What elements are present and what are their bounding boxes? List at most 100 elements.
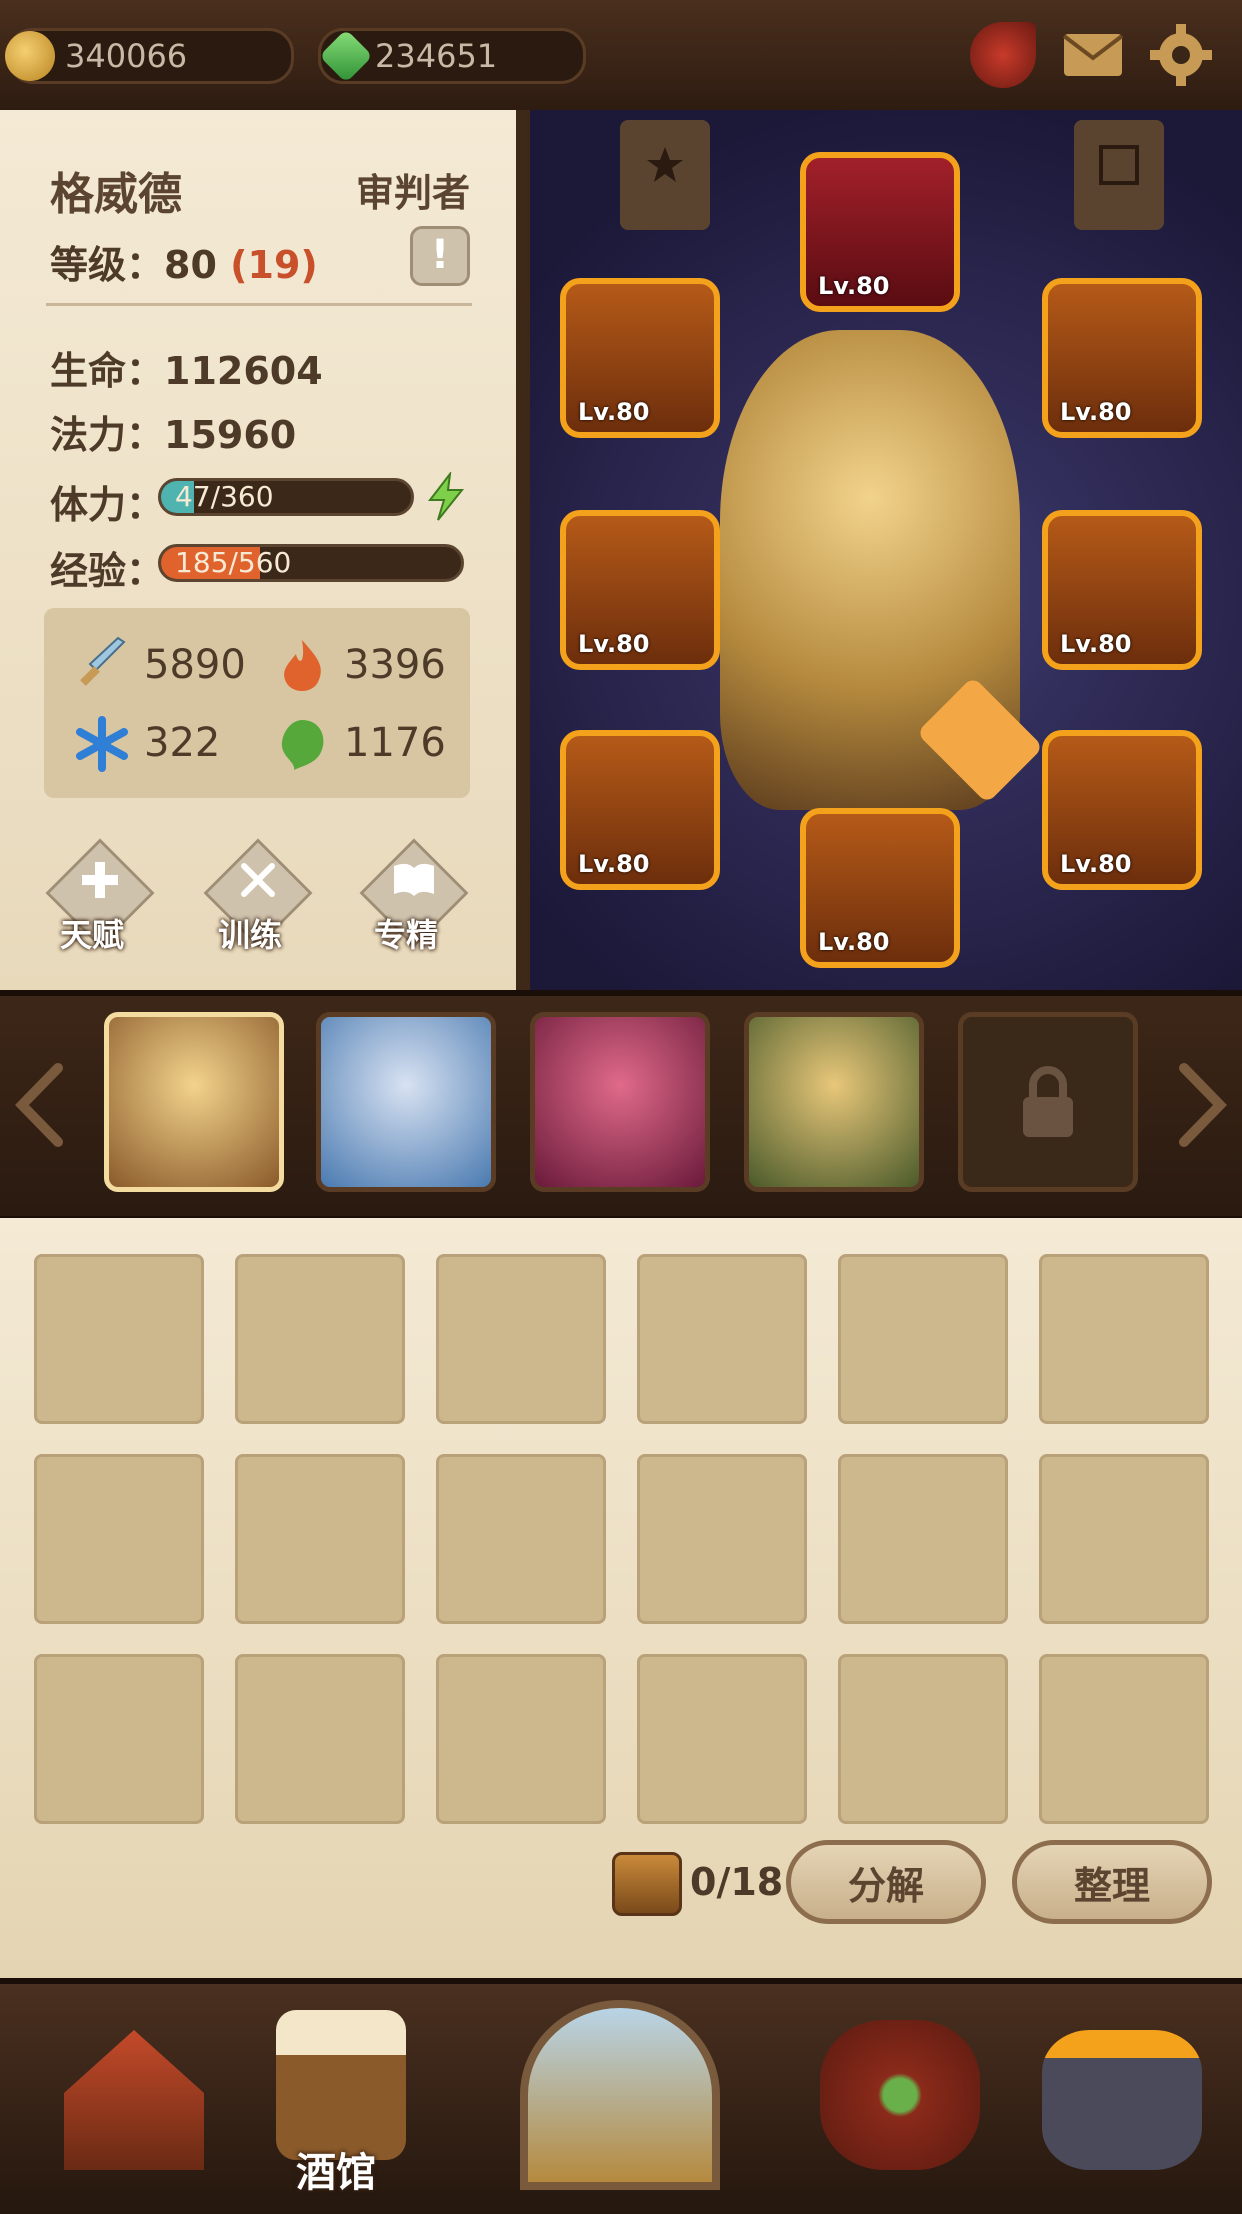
inventory-slot[interactable] <box>838 1454 1008 1624</box>
inventory-slot[interactable] <box>838 1654 1008 1824</box>
hero-card-ice-maiden[interactable] <box>316 1012 496 1192</box>
inventory-slot[interactable] <box>838 1254 1008 1424</box>
slot-level: Lv.80 <box>818 928 890 956</box>
house-icon <box>64 2030 204 2170</box>
gold-amount: 340066 <box>65 37 188 75</box>
inventory-grid <box>34 1254 1210 1834</box>
inventory-slot[interactable] <box>235 1654 405 1824</box>
equip-slot-weapon[interactable]: Lv.80 <box>560 730 720 890</box>
inventory-count: 0/18 <box>690 1860 784 1904</box>
stamina-bar: 47/360 <box>158 478 414 516</box>
slot-level: Lv.80 <box>578 398 650 426</box>
inventory-slot[interactable] <box>34 1654 204 1824</box>
hp-value: 112604 <box>164 349 323 393</box>
mastery-label: 专精 <box>374 916 439 954</box>
talent-button[interactable]: 天赋 <box>40 838 160 958</box>
slot-level: Lv.80 <box>578 630 650 658</box>
ice-value: 322 <box>144 720 221 766</box>
chevron-left-icon[interactable] <box>10 1060 70 1150</box>
inventory-slot[interactable] <box>235 1454 405 1624</box>
nav-village-button[interactable] <box>34 1990 234 2190</box>
nature-icon <box>272 714 332 774</box>
inventory-slot[interactable] <box>436 1254 606 1424</box>
inventory-slot[interactable] <box>637 1254 807 1424</box>
inventory-slot[interactable] <box>235 1254 405 1424</box>
chest-icon <box>612 1852 682 1916</box>
slot-level: Lv.80 <box>1060 398 1132 426</box>
book-icon <box>392 862 436 898</box>
inventory-slot[interactable] <box>1039 1654 1209 1824</box>
sword-icon <box>72 636 132 696</box>
mastery-button[interactable]: 专精 <box>354 838 474 958</box>
horn-icon[interactable] <box>970 22 1036 88</box>
mp-row: 法力：15960 <box>50 404 296 459</box>
chevron-right-icon[interactable] <box>1172 1060 1232 1150</box>
attack-value: 5890 <box>144 642 246 688</box>
gem-counter[interactable]: 234651 <box>318 28 586 84</box>
hero-card-paladin[interactable] <box>104 1012 284 1192</box>
gem-icon <box>319 29 373 83</box>
cross-icon <box>80 860 120 900</box>
level-bonus: (19) <box>230 243 318 287</box>
exp-label: 经验： <box>50 549 165 593</box>
hero-card-elf[interactable] <box>744 1012 924 1192</box>
train-label: 训练 <box>218 916 283 954</box>
inventory-slot[interactable] <box>1039 1454 1209 1624</box>
stamina-label: 体力： <box>50 483 165 527</box>
equip-slot-armor[interactable]: Lv.80 <box>1042 510 1202 670</box>
equip-slot-helmet[interactable]: Lv.80 <box>800 152 960 312</box>
inventory-slot[interactable] <box>34 1454 204 1624</box>
train-button[interactable]: 训练 <box>198 838 318 958</box>
mp-value: 15960 <box>164 413 297 457</box>
hp-row: 生命：112604 <box>50 340 323 395</box>
decompose-button[interactable]: 分解 <box>786 1840 986 1924</box>
level-row: 等级：80 (19) <box>50 234 318 289</box>
favorite-tab[interactable] <box>620 120 710 230</box>
treasure-chest-icon <box>820 2020 980 2170</box>
lock-icon <box>1013 1063 1083 1143</box>
equip-slot-boots[interactable]: Lv.80 <box>800 808 960 968</box>
equip-slot-ring[interactable]: Lv.80 <box>1042 278 1202 438</box>
exclamation-icon: ! <box>430 232 450 278</box>
mp-label: 法力： <box>50 413 165 457</box>
star-icon <box>645 145 685 185</box>
hero-card-locked[interactable] <box>958 1012 1138 1192</box>
nav-forge-button[interactable] <box>1022 1990 1222 2190</box>
fire-value: 3396 <box>344 642 446 688</box>
nature-value: 1176 <box>344 720 446 766</box>
inventory-slot[interactable] <box>436 1454 606 1624</box>
slot-level: Lv.80 <box>1060 850 1132 878</box>
nav-treasure-button[interactable] <box>800 1990 1000 2190</box>
equip-slot-amulet[interactable]: Lv.80 <box>560 278 720 438</box>
map-portal-icon <box>520 2000 720 2190</box>
stamina-text: 47/360 <box>175 480 274 513</box>
inventory-slot[interactable] <box>1039 1254 1209 1424</box>
equip-slot-book[interactable]: Lv.80 <box>1042 730 1202 890</box>
gear-icon[interactable] <box>1148 22 1214 88</box>
exp-text: 185/560 <box>175 546 292 579</box>
ice-icon <box>72 714 132 774</box>
inventory-slot[interactable] <box>637 1454 807 1624</box>
slot-level: Lv.80 <box>1060 630 1132 658</box>
hero-name: 格威德 <box>50 169 182 220</box>
info-alert-button[interactable]: ! <box>410 226 470 286</box>
forge-cauldron-icon <box>1042 2030 1202 2170</box>
mail-icon[interactable] <box>1060 22 1126 88</box>
sort-button[interactable]: 整理 <box>1012 1840 1212 1924</box>
nav-tavern-button[interactable]: 酒馆 <box>236 1990 436 2196</box>
equip-slot-gloves[interactable]: Lv.80 <box>560 510 720 670</box>
hp-label: 生命： <box>50 349 165 393</box>
hero-card-ranger[interactable] <box>530 1012 710 1192</box>
lightning-icon[interactable] <box>424 470 468 522</box>
gold-counter[interactable]: 340066 <box>5 28 294 84</box>
level-value: 80 <box>164 243 217 287</box>
nav-adventure-button[interactable] <box>520 1990 720 2190</box>
storage-tab[interactable] <box>1074 120 1164 230</box>
inventory-slot[interactable] <box>436 1654 606 1824</box>
beer-mug-icon <box>276 2010 406 2160</box>
inventory-slot[interactable] <box>34 1254 204 1424</box>
divider <box>46 303 472 306</box>
slot-level: Lv.80 <box>578 850 650 878</box>
talent-label: 天赋 <box>60 916 125 954</box>
inventory-slot[interactable] <box>637 1654 807 1824</box>
